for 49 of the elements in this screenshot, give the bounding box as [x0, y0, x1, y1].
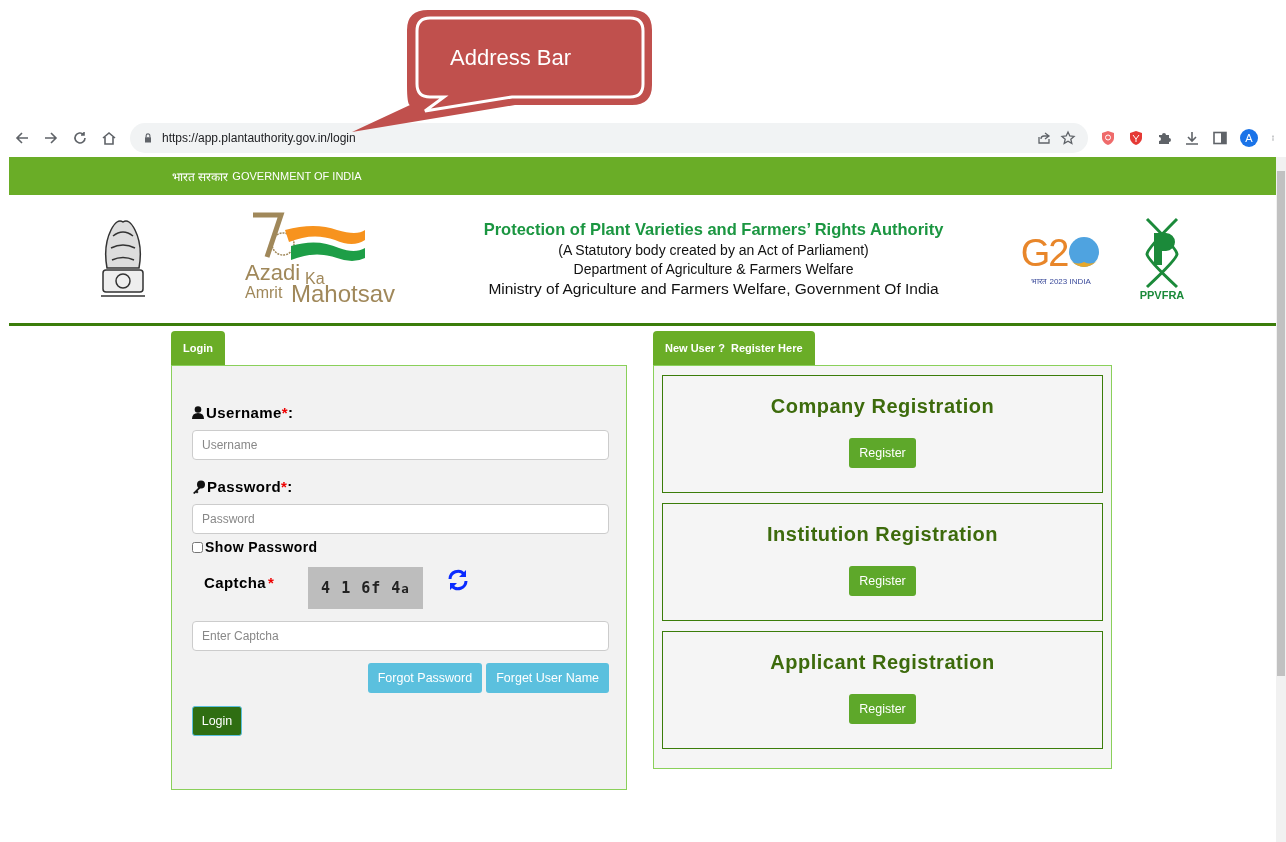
back-icon[interactable]: [14, 130, 30, 146]
checkbox-label: Show Password: [205, 539, 318, 555]
forward-icon[interactable]: [43, 130, 59, 146]
user-icon: [192, 406, 204, 419]
register-button[interactable]: Register: [849, 694, 916, 724]
key-icon: [192, 479, 205, 494]
shield-icon[interactable]: [1128, 130, 1144, 146]
field-label: Username*:: [206, 404, 294, 421]
field-label: Password*:: [207, 478, 293, 495]
home-icon[interactable]: [101, 130, 117, 146]
text-field[interactable]: Password: [192, 504, 609, 534]
link-button[interactable]: Forgot Password: [367, 663, 483, 693]
lock-icon[interactable]: [142, 130, 154, 146]
captcha-label: Captcha*: [204, 574, 276, 591]
link-button[interactable]: Forget User Name: [486, 663, 609, 693]
url-text: https://app.plantauthority.gov.in/login: [162, 131, 357, 145]
text-field[interactable]: Username: [192, 430, 609, 460]
authority-title: Protection of Plant Varieties and Farmers’ Rights Authority: [483, 220, 944, 239]
refresh-icon[interactable]: [447, 569, 469, 591]
card-title: Company Registration: [770, 395, 995, 418]
shield-icon[interactable]: [1100, 130, 1116, 146]
register-button[interactable]: Register: [849, 438, 916, 468]
top-bar-label: GOVERNMENT OF INDIA: [232, 170, 362, 182]
register-button[interactable]: Register: [849, 566, 916, 596]
star-icon[interactable]: [1060, 130, 1076, 146]
register-tab[interactable]: New User ? Register Here: [653, 331, 815, 365]
reload-icon[interactable]: [72, 130, 88, 146]
card-title: Institution Registration: [767, 523, 998, 546]
address-bar[interactable]: https://app.plantauthority.gov.in/login: [130, 123, 1088, 153]
header-line: (A Statutory body created by an Act of Parliament): [558, 242, 869, 258]
scrollbar[interactable]: [1276, 157, 1286, 842]
login-tab[interactable]: Login: [171, 331, 225, 365]
card-title: Applicant Registration: [770, 651, 995, 674]
callout-label: Address Bar: [450, 45, 572, 71]
show-password-checkbox[interactable]: [192, 541, 203, 553]
g20-logo: G2 भारत 2023 INDIA: [1018, 219, 1104, 299]
hindi-label: भारत सरकार: [172, 168, 229, 185]
logo-text: Azadi: [245, 259, 301, 285]
side-panel-icon[interactable]: [1212, 130, 1228, 146]
captcha-field[interactable]: Enter Captcha: [192, 621, 609, 651]
header-line: Department of Agriculture & Farmers Welfare: [573, 261, 854, 277]
download-icon[interactable]: [1184, 130, 1200, 146]
ppvfra-logo: PPVFRA: [1134, 217, 1190, 301]
logo-text: Amrit: [245, 283, 283, 302]
login-button[interactable]: Login: [192, 706, 242, 736]
puzzle-icon[interactable]: [1156, 130, 1172, 146]
avatar[interactable]: A: [1240, 129, 1258, 147]
share-icon[interactable]: [1036, 130, 1052, 146]
header-line: Ministry of Agriculture and Farmers Welfare, Government Of India: [488, 280, 939, 298]
